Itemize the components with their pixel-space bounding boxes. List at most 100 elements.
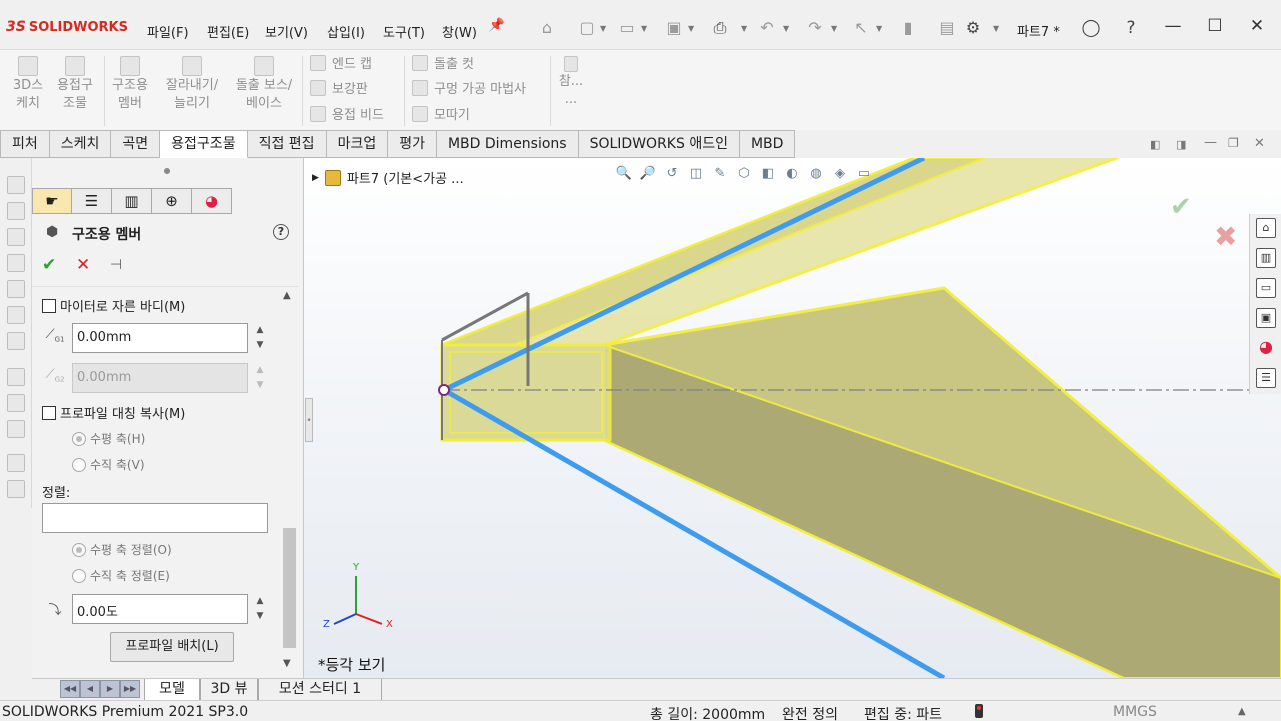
locate-profile-button[interactable]: 프로파일 배치(L): [110, 632, 234, 662]
spin-up-icon[interactable]: ▲: [254, 594, 266, 608]
tool-icon[interactable]: [7, 176, 25, 194]
tile-right-icon[interactable]: ◨: [1176, 138, 1186, 151]
maximize-icon[interactable]: ☐: [1201, 16, 1229, 42]
chamfer-button[interactable]: 모따기: [412, 104, 470, 123]
close-icon[interactable]: ✕: [1243, 16, 1271, 42]
first-tab-icon[interactable]: ◀◀: [60, 680, 80, 698]
menu-edit[interactable]: 편집(E): [207, 22, 249, 41]
gap1-input[interactable]: 0.00mm: [72, 323, 248, 353]
apply-scene-icon[interactable]: ◈: [830, 166, 850, 184]
help-icon[interactable]: ?: [273, 224, 289, 240]
menu-insert[interactable]: 삽입(I): [327, 22, 365, 41]
tool-icon[interactable]: [7, 306, 25, 324]
reference-geometry-button[interactable]: 참... ...: [558, 56, 584, 109]
extruded-cut-button[interactable]: 돌출 컷: [412, 53, 474, 72]
tab-solidworks-addins[interactable]: SOLIDWORKS 애드인: [578, 130, 740, 158]
tab-motion-study[interactable]: 모션 스터디 1: [258, 679, 382, 701]
tab-configuration-manager[interactable]: ▥: [112, 188, 152, 214]
options-gear-icon[interactable]: ⚙: [962, 18, 984, 37]
chevron-down-icon[interactable]: ▼: [783, 24, 789, 33]
chevron-down-icon[interactable]: ▼: [993, 24, 999, 33]
property-manager-scrollbar[interactable]: ▲ ▼: [280, 288, 298, 678]
spin-down-icon[interactable]: ▼: [254, 609, 266, 623]
appearances-icon[interactable]: ◕: [1256, 338, 1276, 358]
home-icon[interactable]: ⌂: [536, 18, 558, 37]
file-properties-icon[interactable]: ▤: [936, 18, 958, 37]
tool-icon[interactable]: [7, 228, 25, 246]
view-palette-icon[interactable]: ▣: [1256, 308, 1276, 328]
tab-display-manager[interactable]: ◕: [192, 188, 232, 214]
zoom-area-icon[interactable]: 🔎: [638, 166, 658, 184]
weldment-button[interactable]: 용접구 조물: [52, 56, 98, 113]
document-close-icon[interactable]: ✕: [1254, 136, 1265, 151]
dynamic-annotation-icon[interactable]: ✎: [710, 166, 730, 184]
scrollbar-thumb[interactable]: [283, 528, 296, 648]
custom-properties-icon[interactable]: ☰: [1256, 368, 1276, 388]
3d-sketch-button[interactable]: 3D스 케치: [10, 56, 46, 113]
select-icon[interactable]: ↖: [850, 18, 872, 37]
miter-body-checkbox[interactable]: 마이터로 자른 바디(M): [42, 296, 185, 315]
expand-arrow-icon[interactable]: ▶: [312, 173, 319, 183]
view-orientation-icon[interactable]: ⬡: [734, 166, 754, 184]
next-tab-icon[interactable]: ▶: [100, 680, 120, 698]
tab-surfaces[interactable]: 곡면: [111, 130, 161, 158]
weld-bead-button[interactable]: 용접 비드: [310, 104, 384, 123]
spin-down-icon[interactable]: ▼: [254, 338, 266, 352]
tool-icon[interactable]: [7, 280, 25, 298]
graphics-area[interactable]: Y X Z ▶ 파트7 (기본<가공 ... 🔍 🔎 ↺ ◫ ✎ ⬡ ◧ ◐ ◍…: [304, 158, 1281, 678]
confirm-ok-icon[interactable]: ✔: [1170, 192, 1192, 222]
rebuild-status-icon[interactable]: [975, 704, 983, 718]
collapse-panel-handle[interactable]: •: [305, 398, 313, 442]
minimize-icon[interactable]: —: [1159, 16, 1187, 42]
pin-menu-icon[interactable]: 📌: [486, 18, 508, 33]
sketch-point[interactable]: [438, 384, 450, 396]
solidworks-logo[interactable]: 3S SOLIDWORKS: [6, 16, 128, 38]
section-view-icon[interactable]: ◫: [686, 166, 706, 184]
rebuild-icon[interactable]: ▮: [897, 18, 919, 37]
tool-icon[interactable]: [7, 454, 25, 472]
file-explorer-icon[interactable]: ▭: [1256, 278, 1276, 298]
tool-icon[interactable]: [7, 480, 25, 498]
print-icon[interactable]: ⎙: [709, 18, 731, 38]
unit-system[interactable]: MMGS: [1113, 704, 1157, 720]
undo-icon[interactable]: ↶: [756, 18, 778, 37]
display-style-icon[interactable]: ◧: [758, 166, 778, 184]
hole-wizard-button[interactable]: 구멍 가공 마법사: [412, 78, 526, 97]
chevron-down-icon[interactable]: ▼: [688, 24, 694, 33]
scroll-up-icon[interactable]: ▲: [283, 290, 291, 301]
radio-align-vertical[interactable]: 수직 축 정렬(E): [72, 567, 170, 584]
tab-direct-editing[interactable]: 직접 편집: [247, 130, 327, 158]
tool-icon[interactable]: [7, 202, 25, 220]
tool-icon[interactable]: [7, 332, 25, 350]
radio-align-horizontal[interactable]: 수평 축 정렬(O): [72, 541, 172, 558]
help-icon[interactable]: ?: [1120, 18, 1142, 38]
keep-visible-pin-icon[interactable]: ⊣: [110, 257, 122, 273]
radio-horizontal-axis[interactable]: 수평 축(H): [72, 430, 145, 447]
document-minimize-icon[interactable]: —: [1204, 135, 1217, 150]
last-tab-icon[interactable]: ▶▶: [120, 680, 140, 698]
tool-icon[interactable]: [7, 254, 25, 272]
tab-evaluate[interactable]: 평가: [388, 130, 437, 158]
tab-model[interactable]: 모델: [144, 679, 200, 701]
trim-extend-button[interactable]: 잘라내기/ 늘리기: [158, 56, 226, 113]
mirror-profile-checkbox[interactable]: 프로파일 대칭 복사(M): [42, 403, 185, 422]
previous-view-icon[interactable]: ↺: [662, 166, 682, 184]
gap2-input[interactable]: 0.00mm: [72, 363, 248, 393]
extruded-boss-button[interactable]: 돌출 보스/ 베이스: [230, 56, 298, 113]
new-document-icon[interactable]: ▢: [576, 18, 598, 37]
chevron-down-icon[interactable]: ▼: [741, 24, 747, 33]
prev-tab-icon[interactable]: ◀: [80, 680, 100, 698]
chevron-down-icon[interactable]: ▼: [831, 24, 837, 33]
tab-weldments[interactable]: 용접구조물: [160, 130, 248, 158]
tab-feature-manager[interactable]: ☛: [32, 188, 72, 214]
tool-icon[interactable]: [7, 368, 25, 386]
menu-file[interactable]: 파일(F): [147, 22, 189, 41]
structural-member-button[interactable]: 구조용 멤버: [107, 56, 153, 113]
confirm-cancel-icon[interactable]: ✖: [1214, 220, 1237, 253]
user-account-icon[interactable]: ◯: [1080, 18, 1102, 38]
tab-dimxpert-manager[interactable]: ⊕: [152, 188, 192, 214]
edit-appearance-icon[interactable]: ◍: [806, 166, 826, 184]
panel-grip-icon[interactable]: [164, 168, 170, 174]
gusset-button[interactable]: 보강판: [310, 78, 368, 97]
tab-property-manager[interactable]: ☰: [72, 188, 112, 214]
